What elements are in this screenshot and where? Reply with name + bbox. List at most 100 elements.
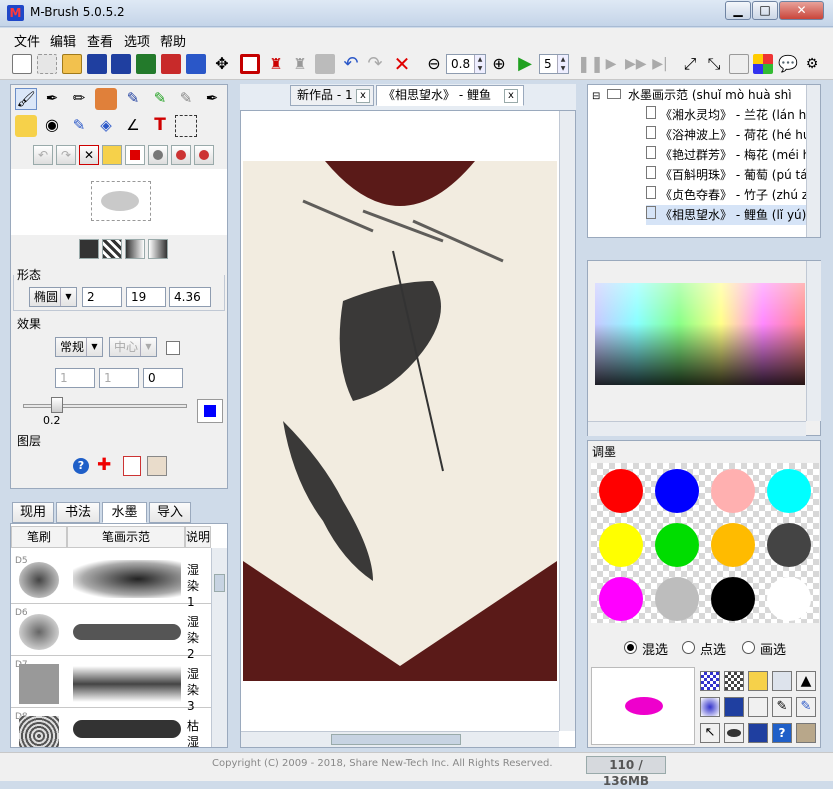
tree-item[interactable]: 《百斛明珠》 - 葡萄 (pú tá bbox=[646, 165, 806, 185]
skip-end-icon[interactable]: ▶| bbox=[650, 54, 670, 74]
redo-small-icon[interactable]: ↷ bbox=[56, 145, 76, 165]
close-tab-icon[interactable]: x bbox=[356, 89, 370, 103]
texture-1-icon[interactable] bbox=[79, 239, 99, 259]
opacity-slider-thumb[interactable] bbox=[51, 397, 63, 413]
help-icon[interactable]: ? bbox=[73, 458, 89, 474]
table-row[interactable]: D5 湿染 1 bbox=[11, 554, 211, 609]
radio-mix[interactable] bbox=[624, 641, 637, 654]
eyedropper-small-icon[interactable]: ✎ bbox=[796, 697, 816, 717]
blank-icon[interactable] bbox=[772, 671, 792, 691]
column-brush[interactable]: 笔刷 bbox=[11, 526, 67, 548]
close-button[interactable]: ✕ bbox=[779, 1, 824, 20]
close-tab-icon[interactable]: x bbox=[504, 89, 518, 103]
redo-icon[interactable]: ↷ bbox=[365, 54, 385, 74]
menu-edit[interactable]: 编辑 bbox=[50, 31, 76, 50]
erase-small-icon[interactable] bbox=[102, 145, 122, 165]
pointer-icon[interactable]: ↖ bbox=[700, 723, 720, 743]
bucket-icon[interactable]: ◈ bbox=[95, 115, 117, 137]
new-template-icon[interactable] bbox=[37, 54, 57, 74]
effect-mode-select[interactable]: 常规 ▼ bbox=[55, 337, 103, 357]
marker-tool-icon[interactable] bbox=[95, 88, 117, 110]
column-demo[interactable]: 笔画示范 bbox=[67, 526, 185, 548]
step-icon[interactable]: ▶ bbox=[601, 54, 621, 74]
stamp-disabled-icon[interactable]: ♜ bbox=[290, 54, 310, 74]
delete-icon[interactable]: ✕ bbox=[392, 54, 412, 74]
tab-carp[interactable]: 《相思望水》 - 鲤鱼 bbox=[376, 85, 524, 106]
zoom-out-icon[interactable]: ⊖ bbox=[424, 54, 444, 74]
mixer-help-icon[interactable]: ? bbox=[772, 723, 792, 743]
eyedropper-icon[interactable]: ✎ bbox=[68, 115, 90, 137]
column-desc[interactable]: 说明 bbox=[185, 526, 211, 548]
effect-checkbox[interactable] bbox=[166, 341, 180, 355]
swatch-white[interactable] bbox=[767, 577, 811, 621]
tree-item[interactable]: 《贞色夺春》 - 竹子 (zhú z bbox=[646, 185, 806, 205]
fast-forward-icon[interactable]: ▶▶ bbox=[625, 54, 647, 74]
maximize-button[interactable]: □ bbox=[752, 1, 778, 20]
stop-icon[interactable] bbox=[125, 145, 145, 165]
swatch-light-gray[interactable] bbox=[655, 577, 699, 621]
zoom-input[interactable]: 0.8 ▲ ▼ bbox=[446, 54, 486, 74]
menu-file[interactable]: 文件 bbox=[14, 31, 40, 50]
menu-options[interactable]: 选项 bbox=[124, 31, 150, 50]
mountain-icon[interactable]: ▲ bbox=[796, 671, 816, 691]
tab-ink-wash[interactable]: 水墨 bbox=[102, 502, 147, 523]
layout-icon[interactable] bbox=[729, 54, 749, 74]
save-all-icon[interactable] bbox=[111, 54, 131, 74]
tab-current[interactable]: 现用 bbox=[12, 502, 54, 523]
library-scrollbar[interactable] bbox=[211, 548, 227, 747]
move-icon[interactable]: ✥ bbox=[212, 54, 232, 74]
texture-2-icon[interactable] bbox=[102, 239, 122, 259]
swatch-blue[interactable] bbox=[655, 469, 699, 513]
open-folder-icon[interactable] bbox=[62, 54, 82, 74]
print-icon[interactable] bbox=[186, 54, 206, 74]
bold-icon[interactable] bbox=[724, 697, 744, 717]
menu-view[interactable]: 查看 bbox=[87, 31, 113, 50]
canvas-vscroll[interactable] bbox=[559, 111, 575, 731]
pen-tool-icon[interactable]: ✒ bbox=[41, 88, 63, 110]
export-pdf-icon[interactable] bbox=[161, 54, 181, 74]
mode-a-icon[interactable] bbox=[148, 145, 168, 165]
fill-icon[interactable] bbox=[748, 671, 768, 691]
swatch-orange[interactable] bbox=[711, 523, 755, 567]
seal-disabled-icon[interactable] bbox=[315, 54, 335, 74]
radio-point[interactable] bbox=[682, 641, 695, 654]
menu-help[interactable]: 帮助 bbox=[160, 31, 186, 50]
blur-tool-icon[interactable]: ◉ bbox=[41, 115, 63, 137]
canvas-hscroll[interactable] bbox=[241, 731, 559, 747]
tab-import[interactable]: 导入 bbox=[149, 502, 191, 523]
swatch-dark-gray[interactable] bbox=[767, 523, 811, 567]
swatch-green[interactable] bbox=[655, 523, 699, 567]
swatch-black[interactable] bbox=[711, 577, 755, 621]
fit-window-icon[interactable]: ⤢ bbox=[680, 54, 700, 74]
pen-icon[interactable]: ✎ bbox=[772, 697, 792, 717]
effect-param-3-input[interactable]: 0 bbox=[143, 368, 183, 388]
pencil-tool-icon[interactable]: ✏ bbox=[68, 88, 90, 110]
brush-tool-icon[interactable]: 🖌 bbox=[15, 88, 37, 110]
swatch-yellow[interactable] bbox=[599, 523, 643, 567]
tree-root[interactable]: ⊟ 水墨画示范 (shuǐ mò huà shì bbox=[592, 85, 806, 105]
pause-icon[interactable]: ❚❚ bbox=[577, 54, 604, 74]
ink-color-button[interactable] bbox=[197, 399, 223, 423]
chat-icon[interactable]: 💬 bbox=[778, 54, 798, 74]
mode-c-icon[interactable] bbox=[194, 145, 214, 165]
save-icon[interactable] bbox=[87, 54, 107, 74]
speed-input[interactable]: 5 ▲ ▼ bbox=[539, 54, 569, 74]
blur-icon[interactable] bbox=[700, 697, 720, 717]
painting-canvas[interactable] bbox=[243, 161, 557, 681]
swatch-cyan[interactable] bbox=[767, 469, 811, 513]
swatch-pink[interactable] bbox=[711, 469, 755, 513]
opacity-slider-track[interactable] bbox=[23, 404, 187, 408]
shape-type-select[interactable]: 椭圆 ▼ bbox=[29, 287, 77, 307]
paper-texture-icon[interactable] bbox=[796, 723, 816, 743]
clear-stroke-icon[interactable]: ✕ bbox=[79, 145, 99, 165]
layer-1-icon[interactable] bbox=[123, 456, 141, 476]
tree-item[interactable]: 《浴神波上》 - 荷花 (hé hu bbox=[646, 125, 806, 145]
eraser-tool-icon[interactable] bbox=[15, 115, 37, 137]
radio-draw[interactable] bbox=[742, 641, 755, 654]
new-file-icon[interactable] bbox=[12, 54, 32, 74]
green-marker-icon[interactable]: ✎ bbox=[149, 88, 171, 110]
add-layer-icon[interactable]: ✚ bbox=[97, 455, 111, 475]
shape-param-2-input[interactable]: 19 bbox=[126, 287, 166, 307]
save-mix-icon[interactable] bbox=[748, 723, 768, 743]
table-row[interactable]: D6 湿染 2 bbox=[11, 606, 211, 661]
